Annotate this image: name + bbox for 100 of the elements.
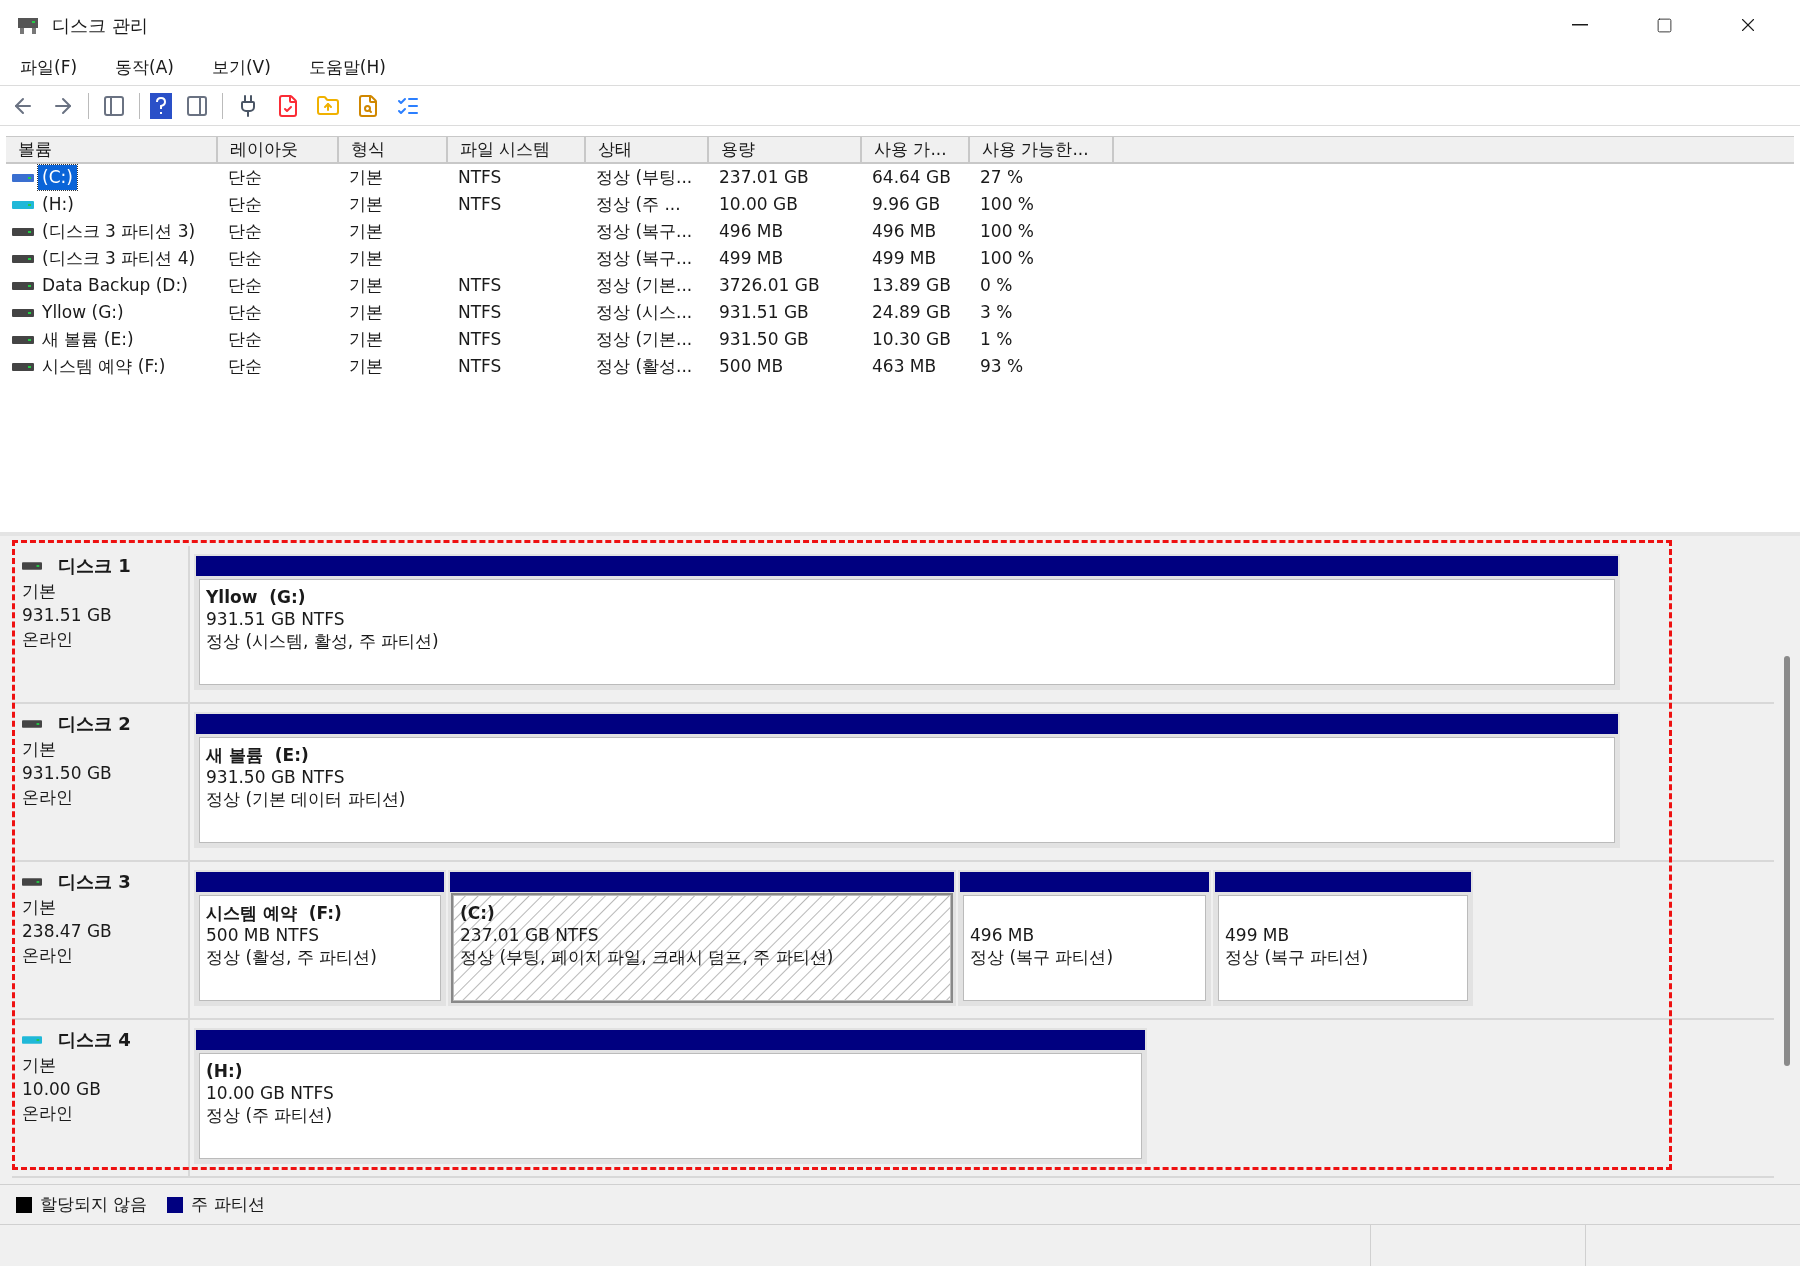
table-cell: NTFS	[458, 301, 502, 322]
drive-icon	[22, 1034, 42, 1045]
column-header[interactable]: 사용 가능한...	[970, 137, 1114, 162]
help-icon[interactable]	[150, 92, 172, 119]
table-cell: NTFS	[458, 328, 502, 349]
volume-name[interactable]: (디스크 3 파티션 3)	[38, 218, 200, 245]
partition-status: 정상 (시스템, 활성, 주 파티션)	[206, 630, 440, 652]
table-cell: 단순	[228, 247, 262, 268]
menu-item[interactable]: 동작(A)	[107, 54, 182, 81]
volume-name[interactable]: (H:)	[38, 191, 78, 218]
table-cell: 기본	[349, 193, 383, 214]
menu-item[interactable]: 보기(V)	[203, 54, 279, 81]
disk-name: 디스크 2	[58, 712, 131, 736]
column-header[interactable]: 상태	[586, 137, 709, 162]
drive-icon	[22, 560, 42, 571]
table-cell: 24.89 GB	[872, 301, 951, 322]
drive-icon	[12, 226, 34, 237]
column-header[interactable]: 용량	[709, 137, 862, 162]
partition[interactable]: 시스템 예약 (F:) 500 MB NTFS 정상 (활성, 주 파티션)	[194, 870, 446, 1006]
partition-size: 496 MB	[970, 924, 1036, 946]
table-cell: 1 %	[980, 328, 1013, 349]
volume-name[interactable]: 새 볼륨 (E:)	[38, 326, 138, 353]
partition-name: 시스템 예약 (F:)	[206, 902, 343, 924]
table-cell: 3726.01 GB	[719, 274, 820, 295]
partition-status: 정상 (활성, 주 파티션)	[206, 946, 378, 968]
partition-status: 정상 (복구 파티션)	[1225, 946, 1370, 968]
table-cell: 64.64 GB	[872, 166, 951, 187]
disk-type: 기본	[22, 738, 57, 761]
partition[interactable]: Yllow (G:) 931.51 GB NTFS 정상 (시스템, 활성, 주 파티션)	[194, 554, 1620, 690]
drive-icon	[22, 718, 42, 729]
maximize-icon	[1655, 16, 1673, 34]
partition[interactable]: (C:) 237.01 GB NTFS 정상 (부팅, 페이지 파일, 크래시 덤프, 주 파티션)	[448, 870, 956, 1006]
drive-icon	[12, 307, 34, 318]
disk-status: 온라인	[22, 944, 74, 967]
partition-size: 500 MB NTFS	[206, 924, 320, 946]
disk-size: 10.00 GB	[22, 1078, 102, 1101]
table-cell: 931.51 GB	[719, 301, 809, 322]
table-cell: 정상 (부팅...	[596, 166, 693, 187]
drive-icon	[12, 199, 34, 210]
partition-name: Yllow (G:)	[206, 586, 307, 608]
partition[interactable]: (H:) 10.00 GB NTFS 정상 (주 파티션)	[194, 1028, 1147, 1164]
table-cell: 496 MB	[719, 220, 784, 241]
column-header[interactable]: 형식	[339, 137, 448, 162]
table-cell: 기본	[349, 166, 383, 187]
partition-size: 237.01 GB NTFS	[460, 924, 600, 946]
table-cell: NTFS	[458, 166, 502, 187]
table-cell: 463 MB	[872, 355, 937, 376]
table-cell: 500 MB	[719, 355, 784, 376]
table-cell: 100 %	[980, 193, 1034, 214]
table-cell: 정상 (시스...	[596, 301, 693, 322]
legend-label: 주 파티션	[191, 1192, 265, 1216]
table-cell: 9.96 GB	[872, 193, 941, 214]
drive-icon	[12, 361, 34, 372]
table-cell: 100 %	[980, 247, 1034, 268]
table-cell: 단순	[228, 355, 262, 376]
minimize-icon	[1572, 24, 1588, 26]
table-cell: 단순	[228, 193, 262, 214]
table-cell: 931.50 GB	[719, 328, 809, 349]
table-cell: 기본	[349, 328, 383, 349]
partition-status: 정상 (기본 데이터 파티션)	[206, 788, 407, 810]
volume-name[interactable]: Data Backup (D:)	[38, 272, 192, 299]
drive-icon	[22, 876, 42, 887]
partition[interactable]: 새 볼륨 (E:) 931.50 GB NTFS 정상 (기본 데이터 파티션)	[194, 712, 1620, 848]
volume-name[interactable]: 시스템 예약 (F:)	[38, 353, 170, 380]
table-cell: 27 %	[980, 166, 1024, 187]
table-cell: 237.01 GB	[719, 166, 809, 187]
table-cell: 0 %	[980, 274, 1013, 295]
table-cell: 정상 (복구...	[596, 247, 693, 268]
table-cell: 단순	[228, 274, 262, 295]
partition-size: 10.00 GB NTFS	[206, 1082, 335, 1104]
disk-type: 기본	[22, 896, 57, 919]
disk-size: 238.47 GB	[22, 920, 113, 943]
column-header[interactable]: 사용 가...	[862, 137, 970, 162]
partition-size: 931.50 GB NTFS	[206, 766, 346, 788]
disk-type: 기본	[22, 580, 57, 603]
volume-name[interactable]: (디스크 3 파티션 4)	[38, 245, 200, 272]
table-cell: 정상 (기본...	[596, 328, 693, 349]
table-cell: 정상 (활성...	[596, 355, 693, 376]
table-cell: NTFS	[458, 274, 502, 295]
volume-name[interactable]: Yllow (G:)	[38, 299, 128, 326]
table-cell: 단순	[228, 301, 262, 322]
table-cell: 정상 (기본...	[596, 274, 693, 295]
table-cell: 기본	[349, 220, 383, 241]
partition[interactable]: 499 MB 정상 (복구 파티션)	[1213, 870, 1473, 1006]
menu-item[interactable]: 도움말(H)	[300, 54, 394, 81]
column-header[interactable]: 파일 시스템	[448, 137, 586, 162]
partition[interactable]: 496 MB 정상 (복구 파티션)	[958, 870, 1211, 1006]
table-cell: 100 %	[980, 220, 1034, 241]
drive-icon	[12, 172, 34, 183]
disk-size: 931.50 GB	[22, 762, 113, 785]
disk-name: 디스크 1	[58, 554, 131, 578]
partition-status: 정상 (부팅, 페이지 파일, 크래시 덤프, 주 파티션)	[460, 946, 835, 968]
column-header[interactable]: 볼륨	[6, 137, 218, 162]
table-cell: 기본	[349, 247, 383, 268]
volume-name[interactable]: (C:)	[38, 164, 77, 191]
menu-item[interactable]: 파일(F)	[12, 54, 86, 81]
drive-icon	[12, 253, 34, 264]
table-cell: 13.89 GB	[872, 274, 951, 295]
partition-size: 931.51 GB NTFS	[206, 608, 346, 630]
column-header[interactable]: 레이아웃	[218, 137, 339, 162]
